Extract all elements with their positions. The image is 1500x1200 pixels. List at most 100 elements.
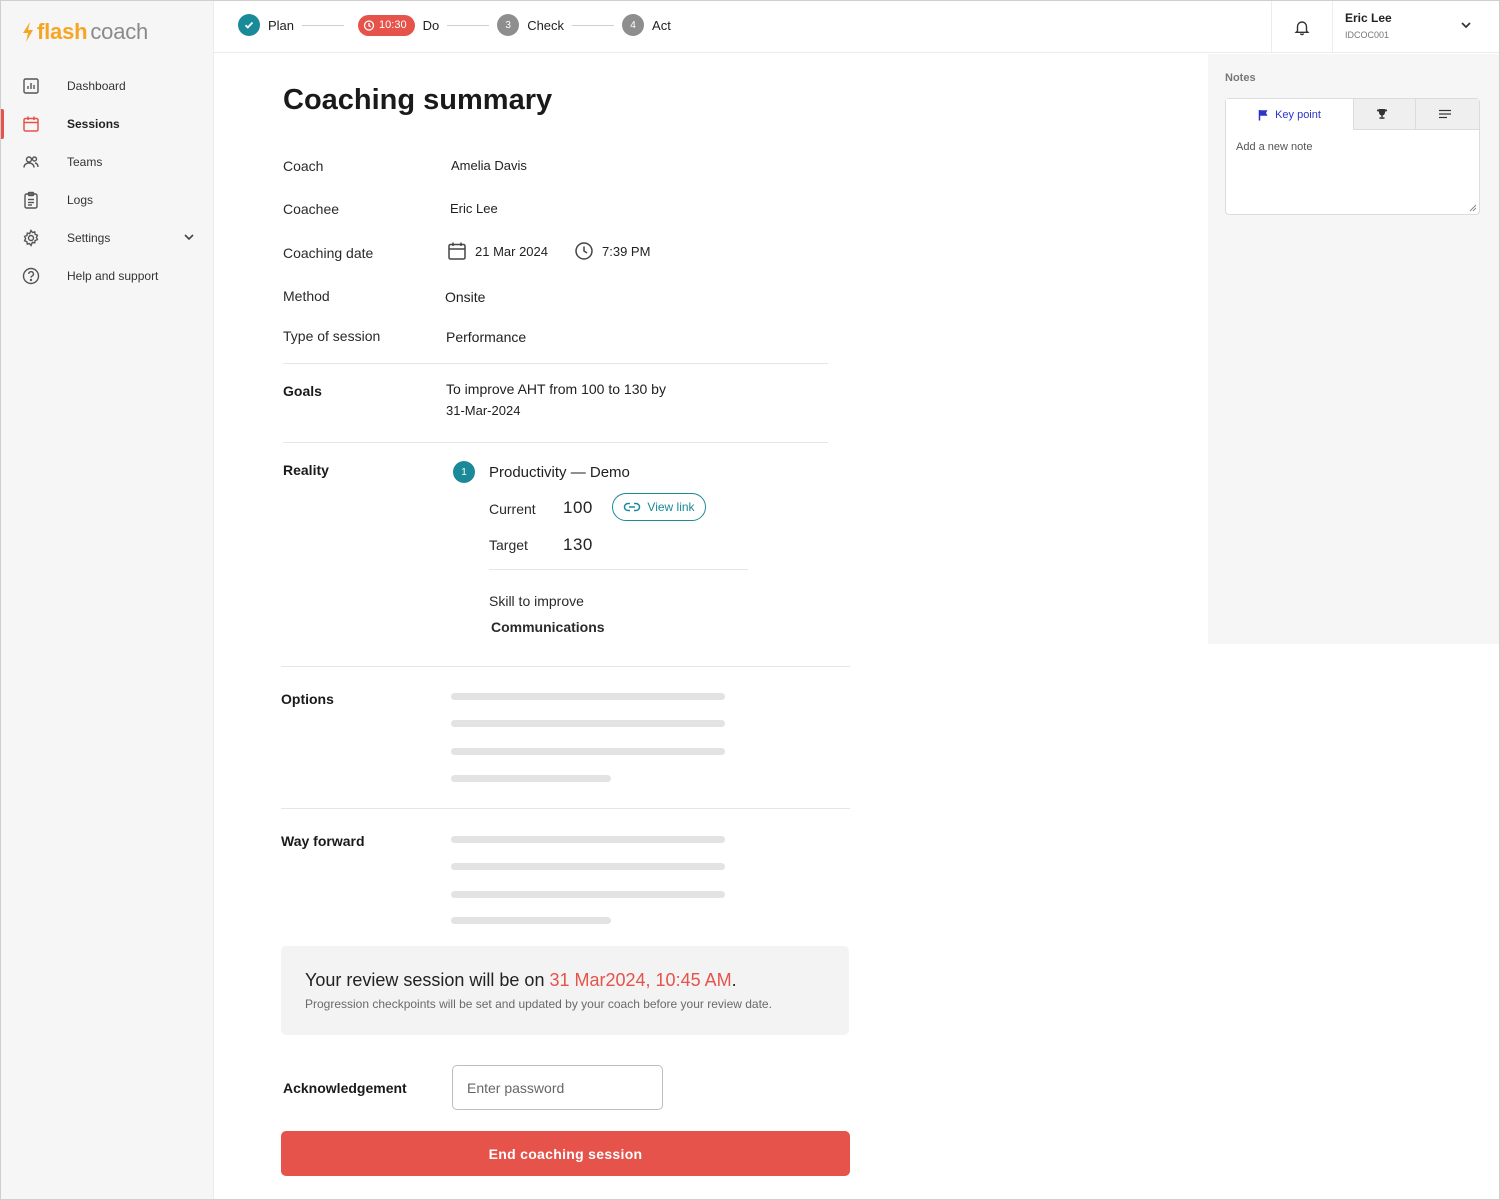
timer-value: 10:30 <box>379 19 407 31</box>
progress-steps: Plan 10:30 Do 3 Check 4 Act <box>238 14 671 36</box>
skeleton-line <box>451 891 725 898</box>
step-connector <box>572 24 615 26</box>
sidebar: flash coach Dashboard Sessions Teams Log… <box>1 1 214 1199</box>
step-plan[interactable]: Plan <box>238 14 294 36</box>
view-link-button[interactable]: View link <box>612 493 706 521</box>
clock-icon <box>575 242 593 260</box>
divider <box>489 569 748 570</box>
check-icon <box>238 14 260 36</box>
lines-icon <box>1438 109 1451 119</box>
skeleton-line <box>451 720 725 727</box>
dashboard-icon <box>21 76 41 96</box>
skill-label: Skill to improve <box>489 593 584 609</box>
acknowledgement-label: Acknowledgement <box>283 1080 407 1096</box>
step-connector <box>302 24 345 26</box>
password-input[interactable] <box>452 1065 663 1110</box>
step-do[interactable]: 10:30 Do <box>352 14 440 36</box>
clipboard-icon <box>21 190 41 210</box>
sidebar-item-settings[interactable]: Settings <box>1 219 213 257</box>
sidebar-nav: Dashboard Sessions Teams Logs Settings H… <box>1 67 213 295</box>
trophy-icon <box>1376 109 1387 119</box>
calendar-icon <box>21 114 41 134</box>
coach-label: Coach <box>283 158 324 174</box>
notes-tabs: Key point <box>1226 99 1479 130</box>
notes-box: Key point Add a new note <box>1225 98 1480 215</box>
coach-value: Amelia Davis <box>451 158 527 173</box>
skeleton-line <box>451 836 725 843</box>
tab-key-point[interactable]: Key point <box>1226 99 1354 130</box>
note-input[interactable]: Add a new note <box>1236 141 1312 153</box>
review-heading: Your review session will be on 31 Mar202… <box>305 970 737 991</box>
coaching-date-group: 21 Mar 2024 7:39 PM <box>447 241 650 261</box>
skeleton-line <box>451 863 725 870</box>
brand-flash: flash <box>37 19 88 44</box>
sidebar-item-dashboard[interactable]: Dashboard <box>1 67 213 105</box>
tab-notes-list[interactable] <box>1416 99 1479 130</box>
coachee-label: Coachee <box>283 201 340 217</box>
goals-label: Goals <box>283 383 322 399</box>
method-value: Onsite <box>445 289 486 305</box>
step-act[interactable]: 4 Act <box>622 14 671 36</box>
coaching-time-value: 7:39 PM <box>602 243 651 259</box>
review-date: 31 Mar2024, 10:45 AM <box>549 970 732 990</box>
sidebar-item-label: Logs <box>67 193 94 207</box>
divider <box>281 808 850 809</box>
goals-line1: To improve AHT from 100 to 130 by <box>446 381 666 397</box>
bolt-icon <box>23 22 33 42</box>
session-type-value: Performance <box>446 329 527 345</box>
reality-label: Reality <box>283 462 329 478</box>
sidebar-item-logs[interactable]: Logs <box>1 181 213 219</box>
step-label: Check <box>527 17 565 33</box>
people-icon <box>21 152 41 172</box>
link-icon <box>624 502 641 512</box>
step-label: Do <box>422 17 440 33</box>
step-label: Plan <box>268 17 295 33</box>
skeleton-line <box>451 748 725 755</box>
sidebar-item-help[interactable]: Help and support <box>1 257 213 295</box>
sidebar-item-teams[interactable]: Teams <box>1 143 213 181</box>
resize-handle-icon[interactable] <box>1469 204 1477 212</box>
coachee-value: Eric Lee <box>450 201 498 216</box>
divider <box>283 363 828 364</box>
review-subtext: Progression checkpoints will be set and … <box>305 997 772 1011</box>
options-label: Options <box>281 691 334 707</box>
session-type-label: Type of session <box>283 328 381 344</box>
step-check[interactable]: 3 Check <box>497 14 564 36</box>
current-value: 100 <box>563 498 593 517</box>
sidebar-item-label: Sessions <box>67 117 120 131</box>
step-label: Act <box>652 17 671 33</box>
chevron-down-icon[interactable] <box>183 231 195 246</box>
calendar-icon <box>448 242 466 260</box>
tab-achievement[interactable] <box>1354 99 1416 130</box>
target-value: 130 <box>563 535 593 554</box>
coaching-date-value: 21 Mar 2024 <box>475 243 548 259</box>
notes-panel: Notes Key point Add a new note <box>1208 54 1499 644</box>
skeleton-line <box>451 917 611 924</box>
sidebar-item-label: Settings <box>67 231 111 245</box>
skeleton-line <box>451 693 725 700</box>
sidebar-item-label: Teams <box>67 155 103 169</box>
brand-logo[interactable]: flash coach <box>21 19 148 45</box>
help-icon <box>21 266 41 286</box>
brand-coach: coach <box>90 19 149 44</box>
sidebar-item-label: Dashboard <box>67 79 126 93</box>
sidebar-item-sessions[interactable]: Sessions <box>1 105 213 143</box>
page-title: Coaching summary <box>283 84 553 116</box>
step-connector <box>447 24 490 26</box>
goals-line2: 31-Mar-2024 <box>446 403 521 418</box>
notifications-button[interactable] <box>1271 1 1333 53</box>
end-coaching-session-button[interactable]: End coaching session <box>281 1131 850 1176</box>
top-bar: Plan 10:30 Do 3 Check 4 Act Eric Lee IDC… <box>214 1 1499 53</box>
divider <box>281 666 850 667</box>
chevron-down-icon[interactable] <box>1459 18 1473 37</box>
gear-icon <box>21 228 41 248</box>
step-number: 4 <box>622 14 645 36</box>
reality-number-badge: 1 <box>453 461 475 483</box>
review-prefix: Your review session will be on <box>305 970 545 990</box>
review-session-card: Your review session will be on 31 Mar202… <box>281 946 849 1035</box>
tab-label: Key point <box>1275 108 1321 121</box>
reality-title: Productivity — Demo <box>489 464 630 481</box>
divider <box>283 442 828 443</box>
coaching-date-label: Coaching date <box>283 245 374 261</box>
timer-icon <box>363 20 375 31</box>
